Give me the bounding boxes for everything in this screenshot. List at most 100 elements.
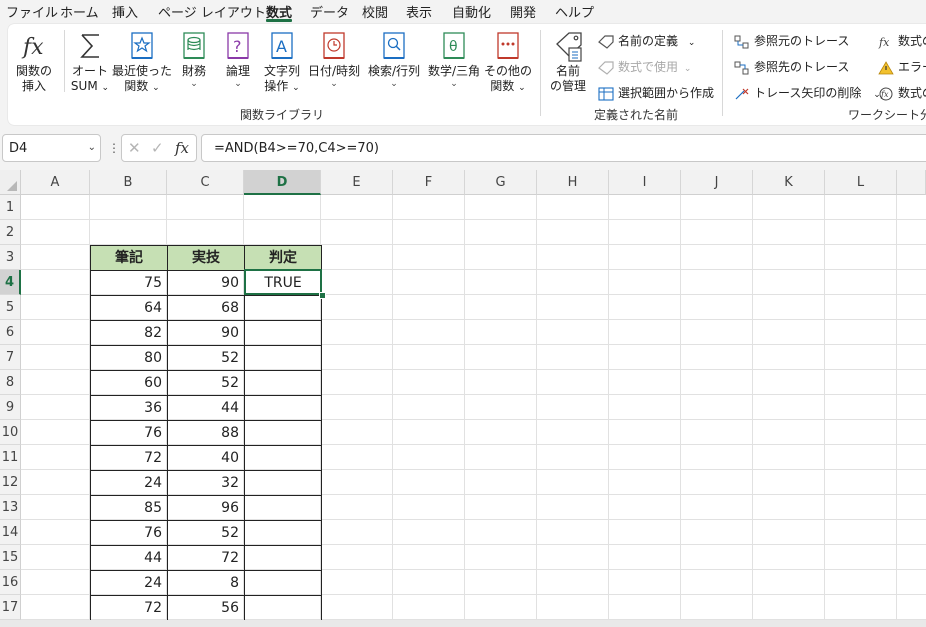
row-header-2[interactable]: 2 [0, 220, 21, 245]
table-cell-judgement[interactable] [244, 470, 321, 495]
text-button[interactable]: A 文字列 操作 ⌄ [252, 24, 312, 96]
table-cell-practical[interactable]: 8 [167, 570, 244, 595]
more-functions-button[interactable]: その他の 関数 ⌄ [478, 24, 538, 96]
menu-file[interactable]: ファイル [6, 2, 58, 21]
column-header-i[interactable]: I [609, 170, 681, 195]
row-header-9[interactable]: 9 [0, 395, 21, 420]
row-header-12[interactable]: 12 [0, 470, 21, 495]
table-cell-judgement[interactable] [244, 545, 321, 570]
error-checking-button[interactable]: エラー [878, 58, 926, 75]
table-cell-written[interactable]: 72 [90, 445, 167, 470]
table-cell-judgement[interactable] [244, 295, 321, 320]
table-cell-practical[interactable]: 96 [167, 495, 244, 520]
trace-precedents-button[interactable]: 参照元のトレース [734, 32, 849, 49]
row-header-13[interactable]: 13 [0, 495, 21, 520]
column-header-k[interactable]: K [753, 170, 825, 195]
column-header-h[interactable]: H [537, 170, 609, 195]
row-header-14[interactable]: 14 [0, 520, 21, 545]
table-cell-written[interactable]: 82 [90, 320, 167, 345]
menu-home[interactable]: ホーム [60, 2, 99, 21]
formula-input[interactable]: =AND(B4>=70,C4>=70) [201, 134, 926, 162]
row-header-15[interactable]: 15 [0, 545, 21, 570]
column-header-b[interactable]: B [90, 170, 167, 195]
table-cell-practical[interactable]: 90 [167, 320, 244, 345]
row-header-4[interactable]: 4 [0, 270, 21, 295]
table-cell-judgement[interactable] [244, 495, 321, 520]
column-header-f[interactable]: F [393, 170, 465, 195]
table-cell-practical[interactable]: 72 [167, 545, 244, 570]
row-header-3[interactable]: 3 [0, 245, 21, 270]
row-header-7[interactable]: 7 [0, 345, 21, 370]
recently-used-button[interactable]: 最近使った 関数 ⌄ [112, 24, 172, 96]
table-cell-written[interactable]: 60 [90, 370, 167, 395]
column-header-a[interactable]: A [21, 170, 90, 195]
row-header-1[interactable]: 1 [0, 195, 21, 220]
table-cell-written[interactable]: 85 [90, 495, 167, 520]
table-cell-practical[interactable]: 56 [167, 595, 244, 620]
table-cell-judgement[interactable] [244, 570, 321, 595]
column-header-e[interactable]: E [321, 170, 393, 195]
table-cell-practical[interactable]: 52 [167, 345, 244, 370]
row-header-11[interactable]: 11 [0, 445, 21, 470]
math-trig-button[interactable]: θ 数学/三角 ⌄ [424, 24, 484, 89]
lookup-reference-button[interactable]: 検索/行列 ⌄ [364, 24, 424, 89]
table-cell-judgement[interactable] [244, 520, 321, 545]
column-header-d[interactable]: D [244, 170, 321, 195]
table-cell-written[interactable]: 64 [90, 295, 167, 320]
menu-developer[interactable]: 開発 [510, 2, 536, 21]
table-cell-written[interactable]: 44 [90, 545, 167, 570]
table-cell-judgement[interactable] [244, 420, 321, 445]
table-cell-judgement[interactable] [244, 320, 321, 345]
table-cell-written[interactable]: 75 [90, 270, 167, 295]
chevron-down-icon[interactable]: ⌄ [88, 142, 96, 153]
column-header-g[interactable]: G [465, 170, 537, 195]
table-cell-practical[interactable]: 40 [167, 445, 244, 470]
table-header-judgement[interactable]: 判定 [244, 245, 321, 270]
more-options-icon[interactable]: ⋮ [108, 141, 120, 155]
table-cell-judgement[interactable] [244, 445, 321, 470]
table-cell-practical[interactable]: 32 [167, 470, 244, 495]
table-cell-practical[interactable]: 90 [167, 270, 244, 295]
column-header-c[interactable]: C [167, 170, 244, 195]
use-in-formula-button[interactable]: 数式で使用 ⌄ [598, 58, 691, 75]
trace-dependents-button[interactable]: 参照先のトレース [734, 58, 849, 75]
table-header-written[interactable]: 筆記 [90, 245, 167, 270]
menu-insert[interactable]: 挿入 [112, 2, 138, 21]
autosum-button[interactable]: オート SUM ⌄ [60, 24, 120, 96]
name-box[interactable]: D4 ⌄ [2, 134, 101, 162]
table-cell-written[interactable]: 76 [90, 420, 167, 445]
menu-automate[interactable]: 自動化 [452, 2, 491, 21]
evaluate-formula-button[interactable]: fx 数式の [878, 84, 926, 101]
table-cell-practical[interactable]: 52 [167, 370, 244, 395]
column-header-l[interactable]: L [825, 170, 897, 195]
table-cell-practical[interactable]: 44 [167, 395, 244, 420]
table-cell-written[interactable]: 24 [90, 470, 167, 495]
row-header-8[interactable]: 8 [0, 370, 21, 395]
horizontal-scrollbar[interactable] [0, 620, 926, 627]
row-header-10[interactable]: 10 [0, 420, 21, 445]
table-header-practical[interactable]: 実技 [167, 245, 244, 270]
column-header-partial[interactable] [897, 170, 926, 195]
row-header-17[interactable]: 17 [0, 595, 21, 620]
fill-handle[interactable] [319, 292, 326, 299]
row-header-16[interactable]: 16 [0, 570, 21, 595]
menu-help[interactable]: ヘルプ [555, 2, 594, 21]
row-header-5[interactable]: 5 [0, 295, 21, 320]
table-cell-judgement[interactable] [244, 595, 321, 620]
table-cell-written[interactable]: 76 [90, 520, 167, 545]
table-cell-written[interactable]: 72 [90, 595, 167, 620]
menu-data[interactable]: データ [310, 2, 349, 21]
define-name-button[interactable]: 名前の定義 ⌄ [598, 32, 695, 49]
select-all-button[interactable] [0, 170, 21, 195]
fx-icon[interactable]: fx [175, 139, 189, 157]
table-cell-practical[interactable]: 68 [167, 295, 244, 320]
show-formulas-button[interactable]: fx 数式の [878, 32, 926, 49]
remove-arrows-button[interactable]: トレース矢印の削除 ⌄ [734, 84, 881, 101]
table-cell-practical[interactable]: 52 [167, 520, 244, 545]
table-cell-judgement[interactable] [244, 345, 321, 370]
table-cell-judgement[interactable] [244, 370, 321, 395]
table-cell-judgement[interactable] [244, 395, 321, 420]
cancel-icon[interactable]: ✕ [128, 139, 141, 157]
menu-page-layout[interactable]: ページ レイアウト [158, 2, 266, 21]
date-time-button[interactable]: 日付/時刻 ⌄ [304, 24, 364, 89]
